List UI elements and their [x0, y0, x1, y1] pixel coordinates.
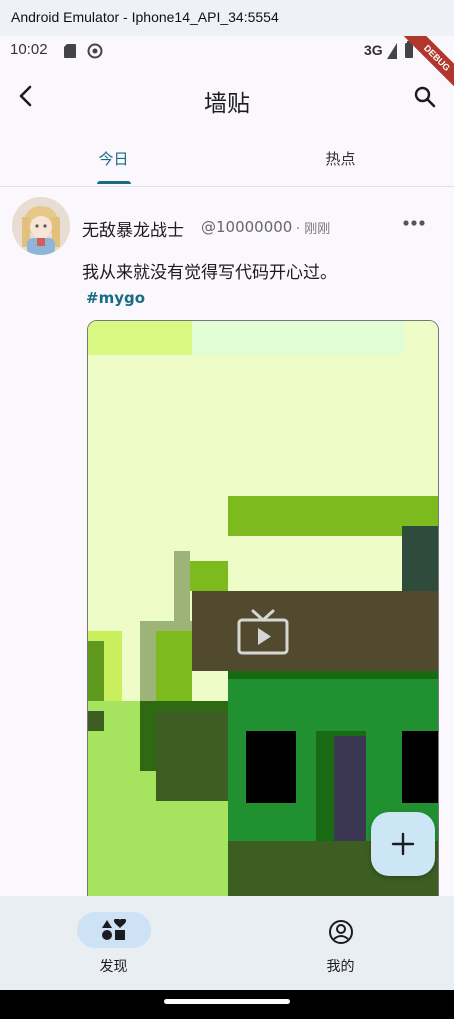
sync-icon: [87, 43, 103, 59]
app-bar: 墙贴: [0, 66, 454, 130]
tab-hot-label: 热点: [325, 150, 356, 168]
nav-active-indicator: [77, 912, 151, 948]
nav-item-profile[interactable]: 我的: [227, 896, 454, 990]
tv-play-icon: [237, 609, 289, 655]
time-separator: ·: [296, 222, 301, 237]
gesture-bar: [0, 990, 454, 1019]
post-username: 无敌暴龙战士: [82, 221, 184, 241]
search-icon[interactable]: [413, 85, 437, 109]
post-content: 我从来就没有觉得写代码开心过。: [82, 263, 337, 283]
window-title: Android Emulator - Iphone14_API_34:5554: [11, 9, 279, 25]
nav-label-profile: 我的: [326, 959, 355, 975]
add-post-button[interactable]: [371, 812, 435, 876]
tab-bar: 今日 热点: [0, 130, 454, 187]
post-card[interactable]: 无敌暴龙战士 @10000000 · 刚刚 我从来就没有觉得写代码开心过。 #m…: [0, 187, 454, 897]
post-time: · 刚刚: [296, 218, 330, 237]
page-title: 墙贴: [204, 91, 250, 117]
status-time: 10:02: [10, 41, 48, 58]
category-icon: [102, 919, 126, 940]
tab-today-label: 今日: [98, 150, 129, 168]
nav-label-discover: 发现: [99, 959, 128, 975]
add-icon: [391, 832, 415, 856]
account-circle-icon: [329, 920, 353, 944]
nav-item-discover[interactable]: 发现: [0, 896, 227, 990]
avatar[interactable]: [12, 197, 70, 255]
bottom-nav: 发现 我的: [0, 896, 454, 990]
post-handle: @10000000: [201, 218, 293, 236]
window-title-bar: Android Emulator - Iphone14_API_34:5554: [0, 0, 454, 36]
tab-hot[interactable]: 热点: [227, 130, 454, 186]
tab-indicator: [97, 181, 131, 184]
post-video[interactable]: [87, 320, 439, 897]
post-time-text: 刚刚: [304, 222, 331, 237]
tab-today[interactable]: 今日: [0, 130, 227, 186]
home-indicator[interactable]: [164, 999, 290, 1004]
more-icon[interactable]: [400, 213, 428, 233]
avatar-image: [12, 197, 70, 255]
sd-card-icon: [64, 44, 76, 58]
post-tag[interactable]: #mygo: [86, 289, 145, 307]
